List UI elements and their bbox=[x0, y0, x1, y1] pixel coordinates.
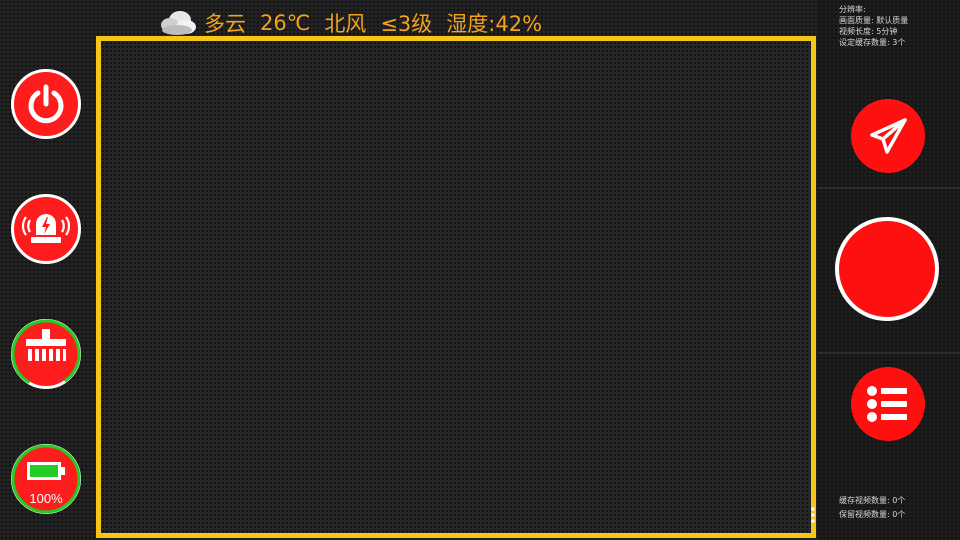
paper-plane-icon bbox=[870, 118, 907, 154]
lock-cache-count-text: 设定缓存数量: 3个 bbox=[839, 38, 906, 47]
resolution-text: 分辨率: bbox=[839, 5, 866, 14]
weather-wind-level: ≤3级 bbox=[380, 12, 433, 36]
video-length-text: 视频长度: 5分钟 bbox=[839, 27, 898, 36]
clear-cache-button[interactable] bbox=[11, 319, 81, 389]
video-list-button[interactable] bbox=[851, 367, 925, 441]
storage-info: 缓存视频数量: 0个 保留视频数量: 0个 bbox=[839, 495, 905, 520]
cloudy-weather-icon bbox=[161, 11, 196, 35]
list-icon bbox=[867, 386, 907, 422]
quality-text: 画面质量: 默认质量 bbox=[839, 16, 909, 25]
weather-temperature: 26℃ bbox=[260, 11, 311, 35]
right-control-panel: 分辨率: 画面质量: 默认质量 视频长度: 5分钟 设定缓存数量: 3个 缓存视… bbox=[818, 0, 960, 540]
send-button[interactable] bbox=[851, 99, 925, 173]
settings-info: 分辨率: 画面质量: 默认质量 视频长度: 5分钟 设定缓存数量: 3个 bbox=[839, 4, 908, 48]
weather-bar: 多云 26℃ 北风 ≤3级 湿度:42% bbox=[158, 6, 556, 40]
more-options-icon[interactable] bbox=[810, 506, 816, 524]
camera-preview[interactable] bbox=[96, 36, 816, 538]
weather-wind-direction: 北风 bbox=[324, 12, 367, 36]
cached-videos-text: 缓存视频数量: 0个 bbox=[839, 496, 906, 505]
battery-status-button[interactable]: 100% bbox=[11, 444, 81, 514]
power-button[interactable] bbox=[11, 69, 81, 139]
panel-divider bbox=[818, 352, 960, 354]
battery-level: 100% bbox=[29, 491, 63, 506]
brush-clean-icon bbox=[11, 319, 81, 389]
power-icon bbox=[28, 84, 64, 124]
alarm-siren-icon bbox=[21, 214, 71, 243]
emergency-alarm-button[interactable] bbox=[11, 194, 81, 264]
panel-divider bbox=[818, 187, 960, 189]
weather-humidity: 湿度:42% bbox=[446, 12, 543, 36]
saved-videos-text: 保留视频数量: 0个 bbox=[839, 510, 906, 519]
record-button[interactable] bbox=[835, 217, 939, 321]
weather-condition: 多云 bbox=[204, 12, 246, 36]
